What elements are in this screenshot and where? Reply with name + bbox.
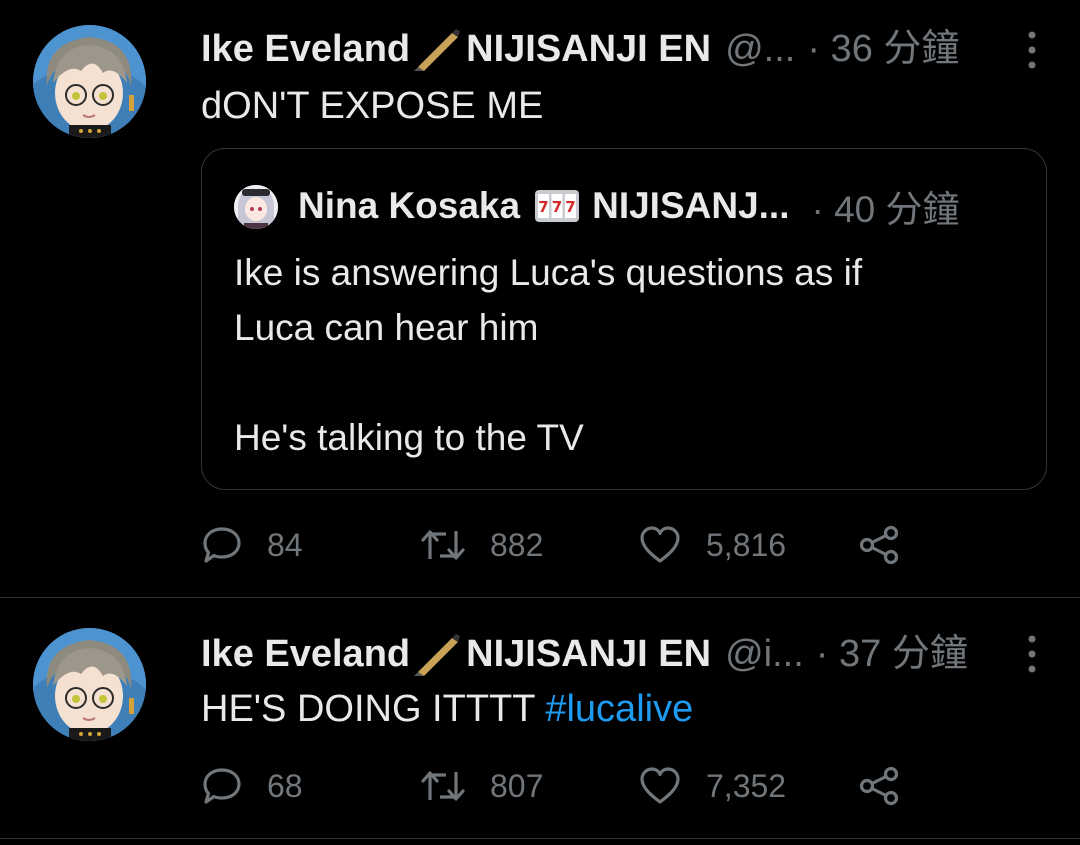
avatar[interactable] bbox=[33, 628, 146, 741]
like-button[interactable]: 5,816 bbox=[638, 520, 786, 570]
tweet-text-body: HE'S DOING ITTTT bbox=[201, 688, 535, 730]
quote-timestamp[interactable]: · 40 分鐘 bbox=[812, 179, 960, 233]
tweet-header: Ike Eveland NIJISANJI EN @i... · 37 分鐘 bbox=[201, 629, 1040, 679]
retweet-icon bbox=[421, 771, 465, 801]
action-bar: 84 882 5,816 bbox=[201, 520, 961, 570]
svg-text:7: 7 bbox=[538, 198, 548, 216]
quote-org-name: NIJISANJ... bbox=[592, 185, 790, 226]
display-name[interactable]: Ike Eveland bbox=[201, 24, 410, 74]
tweet-header: Ike Eveland NIJISANJI EN @... · 36 分鐘 bbox=[201, 24, 1040, 74]
tweet[interactable]: Ike Eveland NIJISANJI EN @... · 36 分鐘 dO… bbox=[0, 0, 1080, 597]
tweet-text: HE'S DOING ITTTT #lucalive bbox=[201, 685, 693, 733]
tweet[interactable]: Ike Eveland NIJISANJI EN @i... · 37 分鐘 H… bbox=[0, 598, 1080, 838]
share-button[interactable] bbox=[858, 761, 900, 811]
slot-machine-icon: 7 7 7 bbox=[535, 190, 580, 222]
quote-display-name[interactable]: Nina Kosaka bbox=[298, 185, 520, 227]
hashtag-link[interactable]: #lucalive bbox=[545, 688, 693, 730]
reply-count: 68 bbox=[267, 767, 303, 804]
timestamp[interactable]: · 37 分鐘 bbox=[816, 629, 968, 679]
retweet-button[interactable]: 807 bbox=[420, 761, 543, 811]
quote-text-line: Luca can hear him bbox=[234, 307, 539, 348]
more-vertical-icon[interactable] bbox=[1026, 30, 1038, 70]
reply-icon bbox=[203, 527, 241, 563]
fountain-pen-icon bbox=[414, 634, 461, 676]
action-bar: 68 807 7,352 bbox=[201, 761, 961, 811]
like-button[interactable]: 7,352 bbox=[638, 761, 786, 811]
like-count: 5,816 bbox=[706, 526, 787, 563]
retweet-button[interactable]: 882 bbox=[420, 520, 543, 570]
svg-text:7: 7 bbox=[565, 198, 575, 216]
quote-text-line: Ike is answering Luca's questions as if bbox=[234, 252, 863, 293]
more-vertical-icon[interactable] bbox=[1026, 634, 1038, 674]
avatar[interactable] bbox=[33, 25, 146, 138]
retweet-count: 882 bbox=[490, 526, 544, 563]
fountain-pen-icon bbox=[414, 29, 461, 71]
quote-text-line bbox=[234, 355, 862, 410]
handle[interactable]: @... bbox=[725, 24, 795, 74]
share-button[interactable] bbox=[858, 520, 900, 570]
reply-button[interactable]: 68 bbox=[201, 761, 303, 811]
tweet-divider bbox=[0, 838, 1080, 839]
quote-avatar[interactable] bbox=[234, 185, 278, 229]
reply-icon bbox=[203, 768, 241, 804]
share-icon bbox=[859, 525, 899, 565]
reply-count: 84 bbox=[267, 526, 303, 563]
heart-icon bbox=[640, 767, 680, 804]
timestamp[interactable]: · 36 分鐘 bbox=[807, 24, 959, 74]
org-name: NIJISANJI EN bbox=[466, 633, 712, 675]
reply-button[interactable]: 84 bbox=[201, 520, 303, 570]
tweet-text: dON'T EXPOSE ME bbox=[201, 85, 544, 127]
svg-text:7: 7 bbox=[552, 198, 562, 216]
retweet-icon bbox=[421, 530, 465, 560]
share-icon bbox=[859, 766, 899, 806]
quote-tweet[interactable]: Nina Kosaka 7 7 7 NIJISANJ... · 40 分鐘 Ik… bbox=[201, 148, 1047, 490]
quote-text-line: He's talking to the TV bbox=[234, 417, 584, 458]
quote-text: Ike is answering Luca's questions as if … bbox=[234, 245, 862, 465]
handle[interactable]: @i... bbox=[725, 629, 804, 679]
retweet-count: 807 bbox=[490, 767, 544, 804]
quote-header: Nina Kosaka 7 7 7 NIJISANJ... · 40 分鐘 bbox=[298, 181, 1016, 231]
heart-icon bbox=[640, 526, 680, 563]
org-name: NIJISANJI EN bbox=[466, 28, 712, 70]
display-name[interactable]: Ike Eveland bbox=[201, 629, 410, 679]
like-count: 7,352 bbox=[706, 767, 787, 804]
